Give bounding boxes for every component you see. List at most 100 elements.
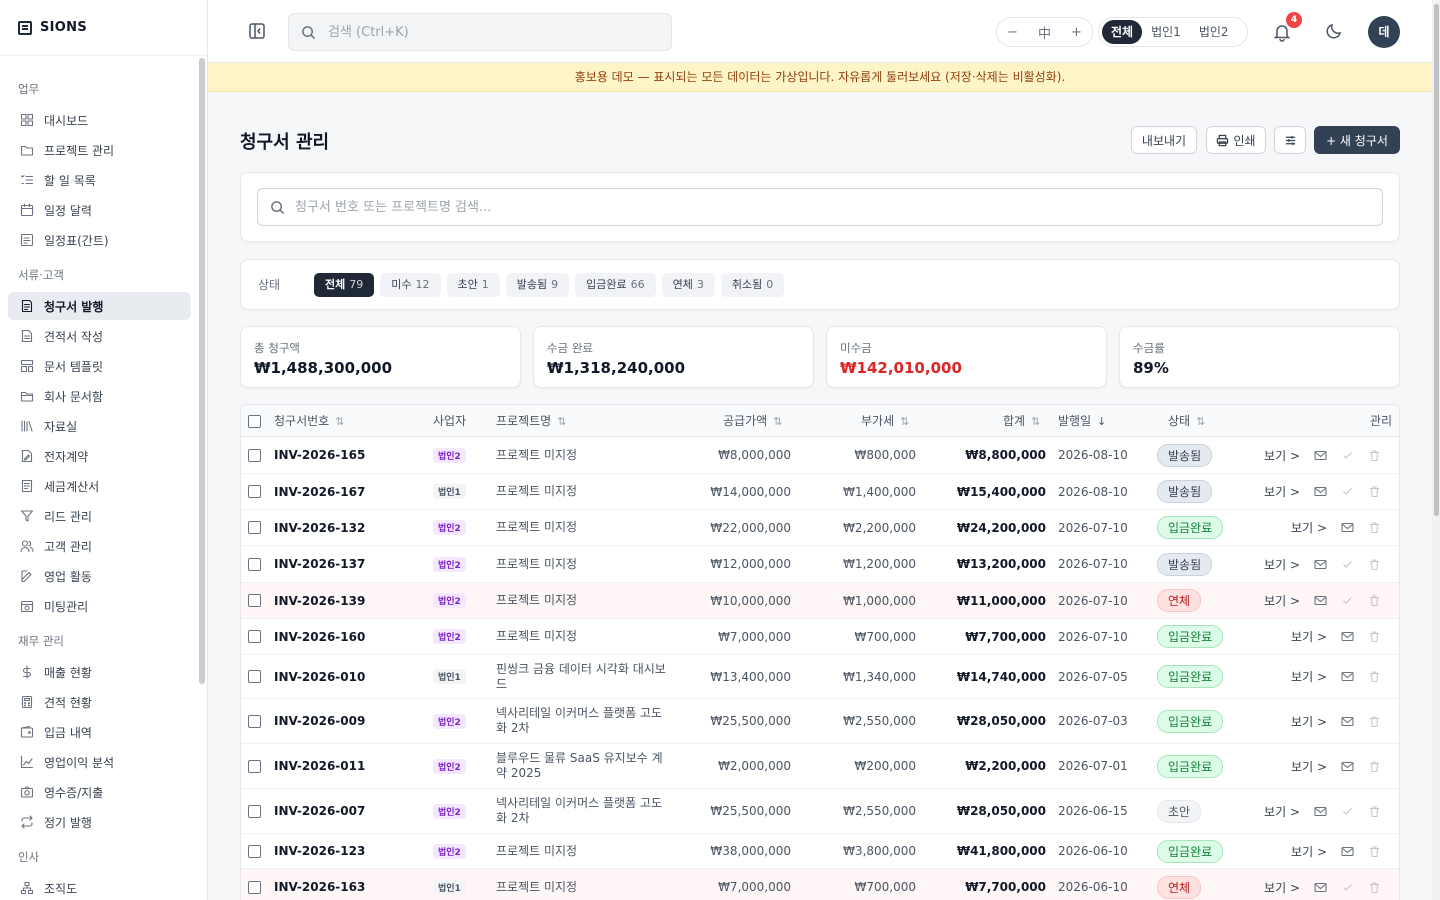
mail-icon[interactable] — [1341, 760, 1354, 773]
status-chip[interactable]: 연체 3 — [661, 272, 715, 297]
sidebar-item-receipt[interactable]: 세금계산서 — [8, 472, 191, 500]
mark-paid-icon[interactable] — [1341, 449, 1354, 462]
status-chip[interactable]: 미수 12 — [380, 272, 441, 297]
col-date[interactable]: 발행일 ↓ — [1058, 405, 1106, 437]
row-checkbox[interactable] — [248, 804, 261, 818]
trash-icon[interactable] — [1368, 594, 1381, 607]
invoice-number[interactable]: INV-2026-132 — [274, 521, 365, 535]
table-row[interactable]: INV-2026-123 법인2 프로젝트 미지정 ₩38,000,000 ₩3,800… — [241, 834, 1399, 869]
row-checkbox[interactable] — [248, 448, 261, 462]
mail-icon[interactable] — [1341, 670, 1354, 683]
mail-icon[interactable] — [1341, 521, 1354, 534]
col-supply[interactable]: 공급가액 ⇅ — [723, 405, 782, 437]
view-link[interactable]: 보기 > — [1264, 803, 1300, 820]
status-chip[interactable]: 취소됨 0 — [720, 272, 785, 297]
invoice-number[interactable]: INV-2026-010 — [274, 670, 365, 684]
invoice-number[interactable]: INV-2026-011 — [274, 759, 365, 773]
view-link[interactable]: 보기 > — [1264, 447, 1300, 464]
view-link[interactable]: 보기 > — [1264, 556, 1300, 573]
table-row[interactable]: INV-2026-139 법인2 프로젝트 미지정 ₩10,000,000 ₩1,000… — [241, 583, 1399, 619]
invoice-number[interactable]: INV-2026-160 — [274, 630, 365, 644]
table-row[interactable]: INV-2026-007 법인2 넥사리테일 이커머스 플랫폼 고도화 2차 ₩25,… — [241, 789, 1399, 834]
mail-icon[interactable] — [1341, 845, 1354, 858]
sidebar-item-camera[interactable]: 영수증/지출 — [8, 778, 191, 806]
row-checkbox[interactable] — [248, 880, 261, 894]
mark-paid-icon[interactable] — [1341, 881, 1354, 894]
sidebar-item-calculator[interactable]: 견적 현황 — [8, 688, 191, 716]
sidebar-item-invoice[interactable]: 청구서 발행 — [8, 292, 191, 320]
brand[interactable]: SIONS — [0, 0, 207, 56]
col-invoice[interactable]: 청구서번호 ⇅ — [274, 405, 344, 437]
mark-paid-icon[interactable] — [1341, 594, 1354, 607]
trash-icon[interactable] — [1368, 715, 1381, 728]
sidebar-item-folder-open[interactable]: 회사 문서함 — [8, 382, 191, 410]
font-decrease-button[interactable]: − — [1007, 25, 1018, 40]
sidebar-item-repeat[interactable]: 정기 발행 — [8, 808, 191, 836]
column-settings-button[interactable] — [1274, 126, 1306, 154]
view-link[interactable]: 보기 > — [1264, 592, 1300, 609]
sidebar-item-calendar[interactable]: 일정 달력 — [8, 196, 191, 224]
export-button[interactable]: 내보내기 — [1131, 126, 1197, 154]
table-row[interactable]: INV-2026-011 법인2 블루우드 물류 SaaS 유지보수 계약 2025… — [241, 744, 1399, 789]
status-chip[interactable]: 전체 79 — [314, 272, 375, 297]
sidebar-item-signature[interactable]: 전자계약 — [8, 442, 191, 470]
col-total[interactable]: 합계 ⇅ — [1003, 405, 1040, 437]
row-checkbox[interactable] — [248, 521, 261, 534]
view-link[interactable]: 보기 > — [1264, 483, 1300, 500]
trash-icon[interactable] — [1368, 558, 1381, 571]
sidebar-item-folder[interactable]: 프로젝트 관리 — [8, 136, 191, 164]
sidebar-item-dollar[interactable]: 매출 현황 — [8, 658, 191, 686]
trash-icon[interactable] — [1368, 845, 1381, 858]
row-checkbox[interactable] — [248, 670, 261, 683]
invoice-number[interactable]: INV-2026-137 — [274, 557, 365, 571]
sidebar-item-calendar-clock[interactable]: 미팅관리 — [8, 592, 191, 620]
col-project[interactable]: 프로젝트명 ⇅ — [496, 405, 566, 437]
select-all-checkbox[interactable] — [248, 414, 261, 428]
entity-option[interactable]: 전체 — [1102, 20, 1143, 44]
invoice-number[interactable]: INV-2026-123 — [274, 844, 365, 858]
row-checkbox[interactable] — [248, 714, 261, 728]
font-increase-button[interactable]: + — [1071, 25, 1082, 40]
sidebar-item-funnel[interactable]: 리드 관리 — [8, 502, 191, 530]
mark-paid-icon[interactable] — [1341, 805, 1354, 818]
col-vat[interactable]: 부가세 ⇅ — [861, 405, 909, 437]
sidebar-item-edit[interactable]: 영업 활동 — [8, 562, 191, 590]
mail-icon[interactable] — [1314, 805, 1327, 818]
trash-icon[interactable] — [1368, 521, 1381, 534]
page-scrollbar-thumb[interactable] — [1434, 4, 1439, 516]
view-link[interactable]: 보기 > — [1291, 758, 1327, 775]
invoice-search[interactable] — [257, 188, 1383, 226]
invoice-number[interactable]: INV-2026-009 — [274, 714, 365, 728]
print-button[interactable]: 인쇄 — [1206, 126, 1266, 154]
table-row[interactable]: INV-2026-163 법인1 프로젝트 미지정 ₩7,000,000 ₩700,00… — [241, 869, 1399, 900]
mark-paid-icon[interactable] — [1341, 558, 1354, 571]
trash-icon[interactable] — [1368, 805, 1381, 818]
status-chip[interactable]: 발송됨 9 — [505, 272, 570, 297]
global-search-input[interactable] — [328, 24, 648, 40]
sidebar-item-gantt[interactable]: 일정표(간트) — [8, 226, 191, 254]
sidebar-item-grid[interactable]: 대시보드 — [8, 106, 191, 134]
mark-paid-icon[interactable] — [1341, 485, 1354, 498]
table-row[interactable]: INV-2026-132 법인2 프로젝트 미지정 ₩22,000,000 ₩2,200… — [241, 510, 1399, 546]
trash-icon[interactable] — [1368, 485, 1381, 498]
trash-icon[interactable] — [1368, 449, 1381, 462]
table-row[interactable]: INV-2026-160 법인2 프로젝트 미지정 ₩7,000,000 ₩700,00… — [241, 619, 1399, 655]
trash-icon[interactable] — [1368, 630, 1381, 643]
row-checkbox[interactable] — [248, 594, 261, 607]
entity-option[interactable]: 법인2 — [1190, 20, 1238, 44]
invoice-number[interactable]: INV-2026-165 — [274, 448, 365, 462]
row-checkbox[interactable] — [248, 557, 261, 571]
col-status[interactable]: 상태 ⇅ — [1168, 405, 1205, 437]
view-link[interactable]: 보기 > — [1291, 713, 1327, 730]
table-row[interactable]: INV-2026-010 법인1 핀씽크 금융 데이터 시각화 대시보드 ₩13,40… — [241, 655, 1399, 699]
row-checkbox[interactable] — [248, 485, 261, 498]
mail-icon[interactable] — [1314, 558, 1327, 571]
sidebar-item-list-check[interactable]: 할 일 목록 — [8, 166, 191, 194]
global-search[interactable] — [288, 13, 672, 51]
table-row[interactable]: INV-2026-167 법인1 프로젝트 미지정 ₩14,000,000 ₩1,400… — [241, 474, 1399, 510]
sidebar-toggle-icon[interactable] — [248, 22, 266, 40]
status-chip[interactable]: 입금완료 66 — [575, 272, 656, 297]
mail-icon[interactable] — [1314, 881, 1327, 894]
table-row[interactable]: INV-2026-165 법인2 프로젝트 미지정 ₩8,000,000 ₩800,00… — [241, 437, 1399, 474]
table-row[interactable]: INV-2026-009 법인2 넥사리테일 이커머스 플랫폼 고도화 2차 ₩25,… — [241, 699, 1399, 744]
